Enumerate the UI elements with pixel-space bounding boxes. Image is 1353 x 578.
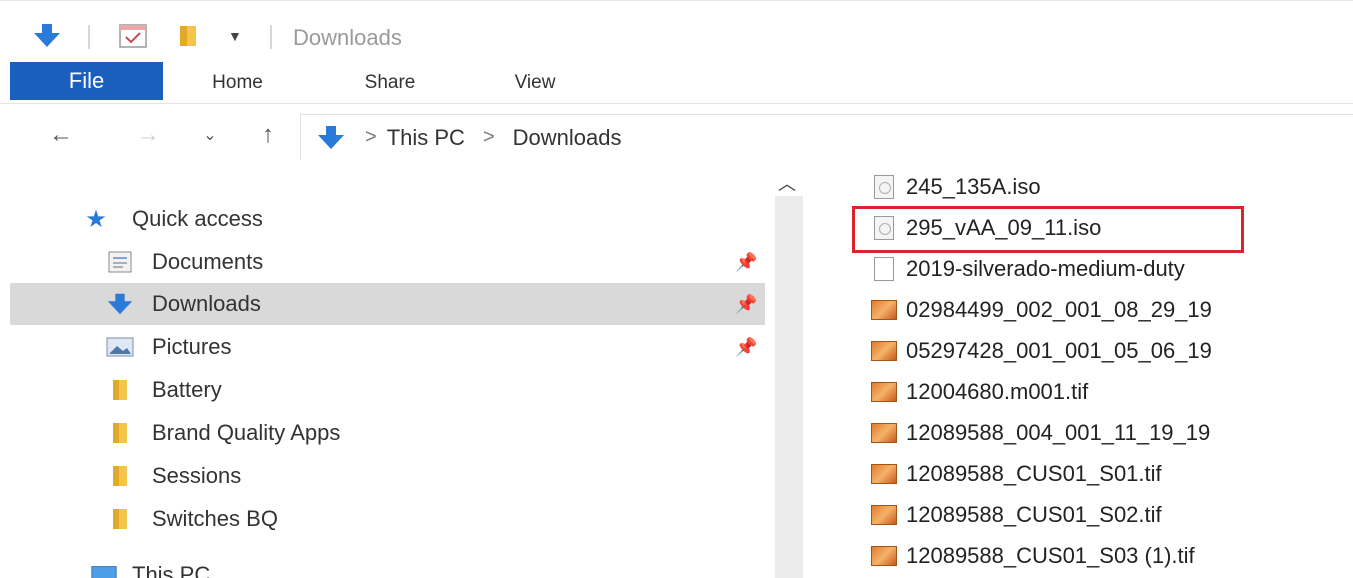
tif-image-icon	[870, 379, 898, 405]
nav-label: Quick access	[132, 206, 263, 231]
pictures-icon	[106, 335, 134, 359]
dropdown-arrow-icon[interactable]: ▼	[228, 23, 242, 49]
file-name: 05297428_001_001_05_06_19	[906, 338, 1212, 363]
file-item[interactable]: 2019-silverado-medium-duty	[870, 250, 1185, 288]
pin-icon[interactable]: 📌	[735, 252, 757, 273]
address-row: ← → ⌄ ↑ > This PC > Downloads	[0, 104, 1353, 166]
scrollbar-track[interactable]	[775, 196, 803, 578]
nav-item-sessions[interactable]: Sessions	[10, 455, 765, 497]
folder-icon	[106, 507, 134, 531]
new-folder-icon[interactable]	[176, 23, 206, 49]
downloads-location-icon	[315, 125, 347, 151]
tif-image-icon	[870, 502, 898, 528]
nav-item-battery[interactable]: Battery	[10, 369, 765, 411]
nav-label: Sessions	[152, 463, 242, 488]
nav-label: Documents	[152, 249, 264, 274]
file-name: 12089588_CUS01_S01.tif	[906, 461, 1162, 486]
nav-this-pc[interactable]: This PC	[10, 554, 765, 578]
tab-view[interactable]: View	[495, 62, 575, 104]
breadcrumb-downloads[interactable]: Downloads	[513, 125, 622, 151]
iso-file-icon	[870, 174, 898, 200]
navigation-pane: ★ Quick access Documents 📌 Downloads 📌 P…	[0, 166, 770, 578]
tab-share[interactable]: Share	[345, 62, 435, 104]
nav-label: Battery	[152, 377, 222, 402]
file-name: 02984499_002_001_08_29_19	[906, 297, 1212, 322]
documents-icon	[106, 250, 134, 274]
nav-quick-access[interactable]: ★ Quick access	[10, 198, 765, 240]
file-item[interactable]: 05297428_001_001_05_06_19	[870, 332, 1212, 370]
nav-label: Switches BQ	[152, 506, 278, 531]
file-item[interactable]: 12089588_004_001_11_19_19	[870, 414, 1210, 452]
file-item[interactable]: 02984499_002_001_08_29_19	[870, 291, 1212, 329]
breadcrumb-this-pc[interactable]: This PC	[387, 125, 465, 151]
toolbar-separator	[270, 25, 272, 49]
file-name: 12089588_CUS01_S02.tif	[906, 502, 1162, 527]
file-name: 12004680.m001.tif	[906, 379, 1089, 404]
file-item[interactable]: 12004680.m001.tif	[870, 373, 1088, 411]
downloads-icon	[106, 292, 134, 316]
nav-item-pictures[interactable]: Pictures 📌	[10, 326, 765, 368]
nav-item-documents[interactable]: Documents 📌	[10, 241, 765, 283]
file-item[interactable]: 12089588_CUS01_S01.tif	[870, 455, 1162, 493]
folder-icon	[106, 421, 134, 445]
tif-image-icon	[870, 297, 898, 323]
highlight-box	[852, 206, 1244, 253]
folder-icon	[106, 378, 134, 402]
pin-icon[interactable]: 📌	[735, 294, 757, 315]
file-item[interactable]: 12089588_CUS01_S02.tif	[870, 496, 1162, 534]
file-item[interactable]: 12089588_CUS01_S03 (1).tif	[870, 537, 1195, 575]
scroll-up-chevron-icon[interactable]: ︿	[778, 170, 796, 196]
star-icon: ★	[85, 205, 107, 233]
nav-label: Brand Quality Apps	[152, 420, 341, 445]
tif-image-icon	[870, 338, 898, 364]
file-name: 2019-silverado-medium-duty	[906, 256, 1185, 281]
nav-item-brand-quality-apps[interactable]: Brand Quality Apps	[10, 412, 765, 454]
blank-file-icon	[870, 256, 898, 282]
computer-icon	[90, 563, 118, 578]
nav-scrollbar[interactable]: ︿	[770, 166, 810, 578]
file-item[interactable]: 245_135A.iso	[870, 168, 1041, 206]
nav-item-switches-bq[interactable]: Switches BQ	[10, 498, 765, 540]
nav-label: This PC	[132, 562, 211, 578]
tab-home[interactable]: Home	[190, 62, 285, 104]
file-name: 245_135A.iso	[906, 174, 1041, 199]
up-arrow-icon[interactable]: ↑	[252, 118, 284, 152]
ribbon-tabs: File Home Share View	[0, 62, 1353, 104]
tif-image-icon	[870, 543, 898, 569]
recent-locations-chevron-icon[interactable]: ⌄	[196, 118, 224, 152]
nav-label: Pictures	[152, 334, 232, 359]
downloads-arrow-icon[interactable]	[30, 23, 64, 49]
title-bar: ▼ Downloads	[0, 0, 1353, 62]
file-name: 12089588_CUS01_S03 (1).tif	[906, 543, 1195, 568]
tab-file[interactable]: File	[10, 62, 163, 100]
pin-icon[interactable]: 📌	[735, 337, 757, 358]
toolbar-separator	[88, 25, 90, 49]
address-bar[interactable]: > This PC > Downloads	[300, 114, 1353, 160]
window-title: Downloads	[293, 25, 402, 50]
breadcrumb-separator: >	[365, 126, 377, 148]
properties-check-icon[interactable]	[118, 23, 150, 49]
forward-arrow-icon[interactable]: →	[128, 118, 168, 152]
nav-item-downloads[interactable]: Downloads 📌	[10, 283, 765, 325]
back-arrow-icon[interactable]: ←	[38, 118, 84, 152]
tif-image-icon	[870, 461, 898, 487]
breadcrumb-separator: >	[482, 126, 495, 148]
nav-label: Downloads	[152, 291, 261, 316]
tif-image-icon	[870, 420, 898, 446]
file-name: 12089588_004_001_11_19_19	[906, 420, 1211, 445]
folder-icon	[106, 464, 134, 488]
